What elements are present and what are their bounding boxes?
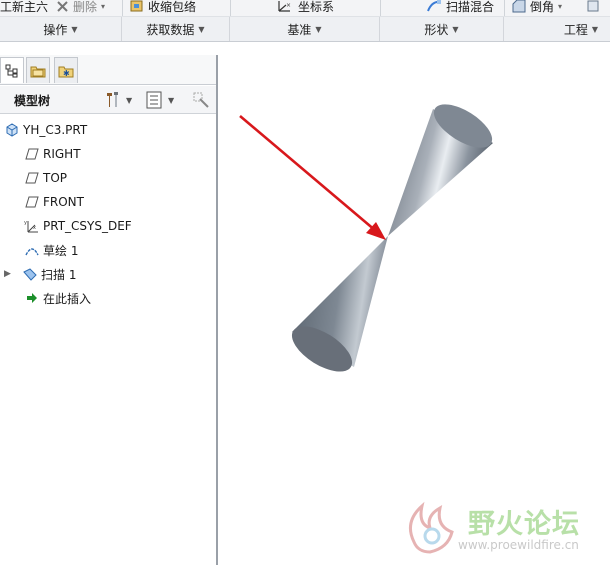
tree-item-label: 草绘 1 (43, 243, 79, 258)
chamfer-button[interactable]: 倒角 ▾ (512, 0, 562, 15)
tree-item-sweep[interactable]: ▶ 扫描 1 (4, 264, 76, 284)
ribbon-separator (230, 0, 231, 16)
folder-icon (30, 66, 46, 77)
tree-item-front[interactable]: FRONT (24, 192, 84, 212)
chevron-down-icon: ▼ (452, 24, 459, 34)
more-tool-button[interactable] (586, 0, 600, 15)
svg-text:✱: ✱ (63, 69, 70, 78)
shrinkwrap-label: 收缩包络 (148, 0, 197, 14)
tree-item-label: TOP (43, 171, 68, 185)
tree-item-label: PRT_CSYS_DEF (43, 219, 132, 233)
chevron-down-icon: ▾ (101, 1, 106, 11)
tools-icon (107, 92, 118, 107)
favorites-icon: ✱ (58, 66, 74, 78)
chevron-down-icon: ▼ (168, 95, 175, 105)
chevron-down-icon: ▼ (591, 24, 598, 34)
watermark-url: www.proewildfire.cn (458, 538, 579, 552)
datum-plane-icon (24, 170, 40, 186)
tree-item-label: 在此插入 (43, 291, 92, 306)
tab-folder-browser[interactable] (26, 57, 50, 83)
ribbon-group-bar: 操作 ▼ 获取数据 ▼ 基准 ▼ 形状 ▼ 工程 ▼ (0, 17, 610, 42)
chevron-down-icon: ▼ (126, 95, 133, 105)
expand-arrow-icon[interactable]: ▶ (4, 269, 22, 279)
delete-icon (57, 0, 68, 12)
svg-text:×: × (286, 2, 291, 9)
chevron-down-icon: ▼ (315, 24, 322, 34)
model-tree-header: 模型树 ▼ ▼ (0, 86, 218, 114)
swept-blend-label: 扫描混合 (446, 0, 495, 14)
group-label: 工程 (563, 22, 588, 37)
navigator-tabs: ✱ (0, 55, 218, 85)
swept-blend-button[interactable]: 扫描混合 (426, 0, 494, 15)
graphics-window[interactable] (218, 42, 610, 565)
group-engineering[interactable]: 工程 ▼ (504, 17, 610, 41)
group-get-data[interactable]: 获取数据 ▼ (122, 17, 230, 41)
coordinate-system-button[interactable]: × 坐标系 (276, 0, 334, 15)
new-label: 工新主六 (0, 0, 49, 14)
svg-text:x: x (33, 225, 36, 231)
watermark-logo-icon (408, 501, 454, 554)
chamfer-label: 倒角 (530, 0, 555, 14)
tree-icon (5, 64, 18, 77)
tree-item-csys[interactable]: yx PRT_CSYS_DEF (24, 216, 132, 236)
group-datum[interactable]: 基准 ▼ (230, 17, 380, 41)
insert-here-arrow-icon (24, 290, 40, 306)
swept-blend-icon (427, 0, 441, 12)
shrinkwrap-icon (130, 0, 143, 12)
ribbon-separator (504, 0, 505, 16)
chamfer-icon (512, 0, 526, 13)
tree-item-top[interactable]: TOP (24, 168, 67, 188)
datum-plane-icon (24, 146, 40, 162)
chevron-down-icon: ▼ (198, 24, 205, 34)
chevron-down-icon: ▾ (558, 1, 563, 11)
group-shapes[interactable]: 形状 ▼ (380, 17, 504, 41)
delete-button[interactable]: 删除 ▾ (56, 0, 105, 15)
tool-icon (587, 0, 599, 12)
filter-icon (193, 92, 209, 108)
chevron-down-icon: ▼ (71, 24, 78, 34)
datum-plane-icon (24, 194, 40, 210)
model-view (239, 104, 493, 372)
tab-favorites[interactable]: ✱ (54, 57, 78, 83)
ribbon-separator (122, 0, 123, 16)
filter-button[interactable] (192, 90, 210, 110)
group-operations[interactable]: 操作 ▼ (0, 17, 122, 41)
upper-cone (388, 104, 493, 236)
tree-item-label: FRONT (43, 195, 84, 209)
part-icon (4, 122, 20, 138)
annotation-arrow (239, 115, 386, 240)
group-label: 基准 (287, 22, 312, 37)
tree-item-label: YH_C3.PRT (23, 123, 88, 137)
show-button[interactable]: ▼ (146, 90, 174, 110)
tree-item-label: RIGHT (43, 147, 81, 161)
tree-item-label: 扫描 1 (41, 267, 77, 282)
ribbon-separator (380, 0, 381, 16)
csys-icon: yx (24, 218, 40, 234)
coordinate-system-icon: × (278, 1, 291, 12)
svg-text:y: y (24, 220, 27, 226)
watermark-title: 野火论坛 (468, 509, 580, 540)
group-label: 获取数据 (146, 22, 195, 37)
model-tree-title: 模型树 (14, 94, 51, 108)
lower-cone (291, 236, 388, 372)
sketch-icon (24, 242, 40, 258)
delete-label: 删除 (73, 0, 98, 14)
tab-model-tree[interactable] (0, 57, 24, 83)
group-label: 形状 (424, 22, 449, 37)
settings-button[interactable]: ▼ (104, 90, 132, 110)
new-button[interactable]: 工新主六 (0, 0, 48, 15)
tree-item-sketch[interactable]: 草绘 1 (24, 240, 78, 260)
group-label: 操作 (43, 22, 68, 37)
watermark: 野火论坛 www.proewildfire.cn (398, 498, 608, 560)
coordinate-system-label: 坐标系 (298, 0, 335, 14)
sweep-feature-icon (22, 266, 38, 282)
list-icon (146, 91, 162, 109)
tree-item-right[interactable]: RIGHT (24, 144, 81, 164)
model-tree-panel: YH_C3.PRT RIGHT TOP FRONT yx PRT_CSYS_DE… (0, 114, 218, 565)
tree-item-part[interactable]: YH_C3.PRT (4, 120, 87, 140)
shrinkwrap-button[interactable]: 收缩包络 (130, 0, 196, 15)
tree-item-insert-here[interactable]: 在此插入 (24, 288, 91, 308)
ribbon-command-row: 工新主六 删除 ▾ 收缩包络 × 坐标系 扫描混合 倒角 ▾ (0, 0, 610, 17)
